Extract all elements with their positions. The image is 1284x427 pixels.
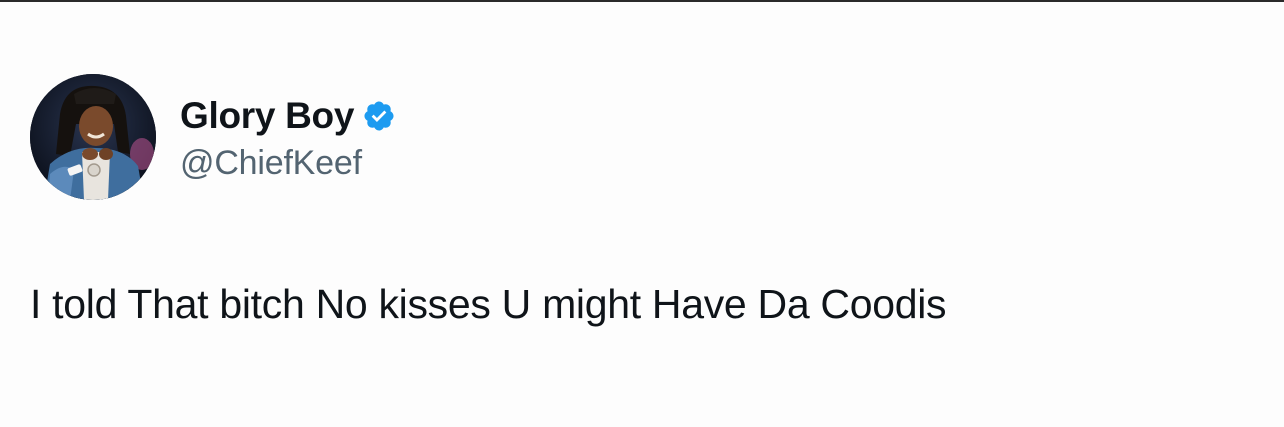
display-name[interactable]: Glory Boy [180, 95, 354, 137]
avatar[interactable] [30, 74, 156, 200]
user-handle[interactable]: @ChiefKeef [180, 144, 396, 183]
author-identity: Glory Boy @ChiefKeef [180, 92, 396, 183]
tweet-header: Glory Boy @ChiefKeef [30, 74, 396, 200]
tweet-text: I told That bitch No kisses U might Have… [30, 281, 947, 327]
avatar-image [30, 74, 156, 200]
display-name-row: Glory Boy [180, 92, 396, 140]
tweet-card: Glory Boy @ChiefKeef I told That bitch N… [0, 0, 1284, 427]
verified-badge-icon[interactable] [362, 99, 396, 133]
